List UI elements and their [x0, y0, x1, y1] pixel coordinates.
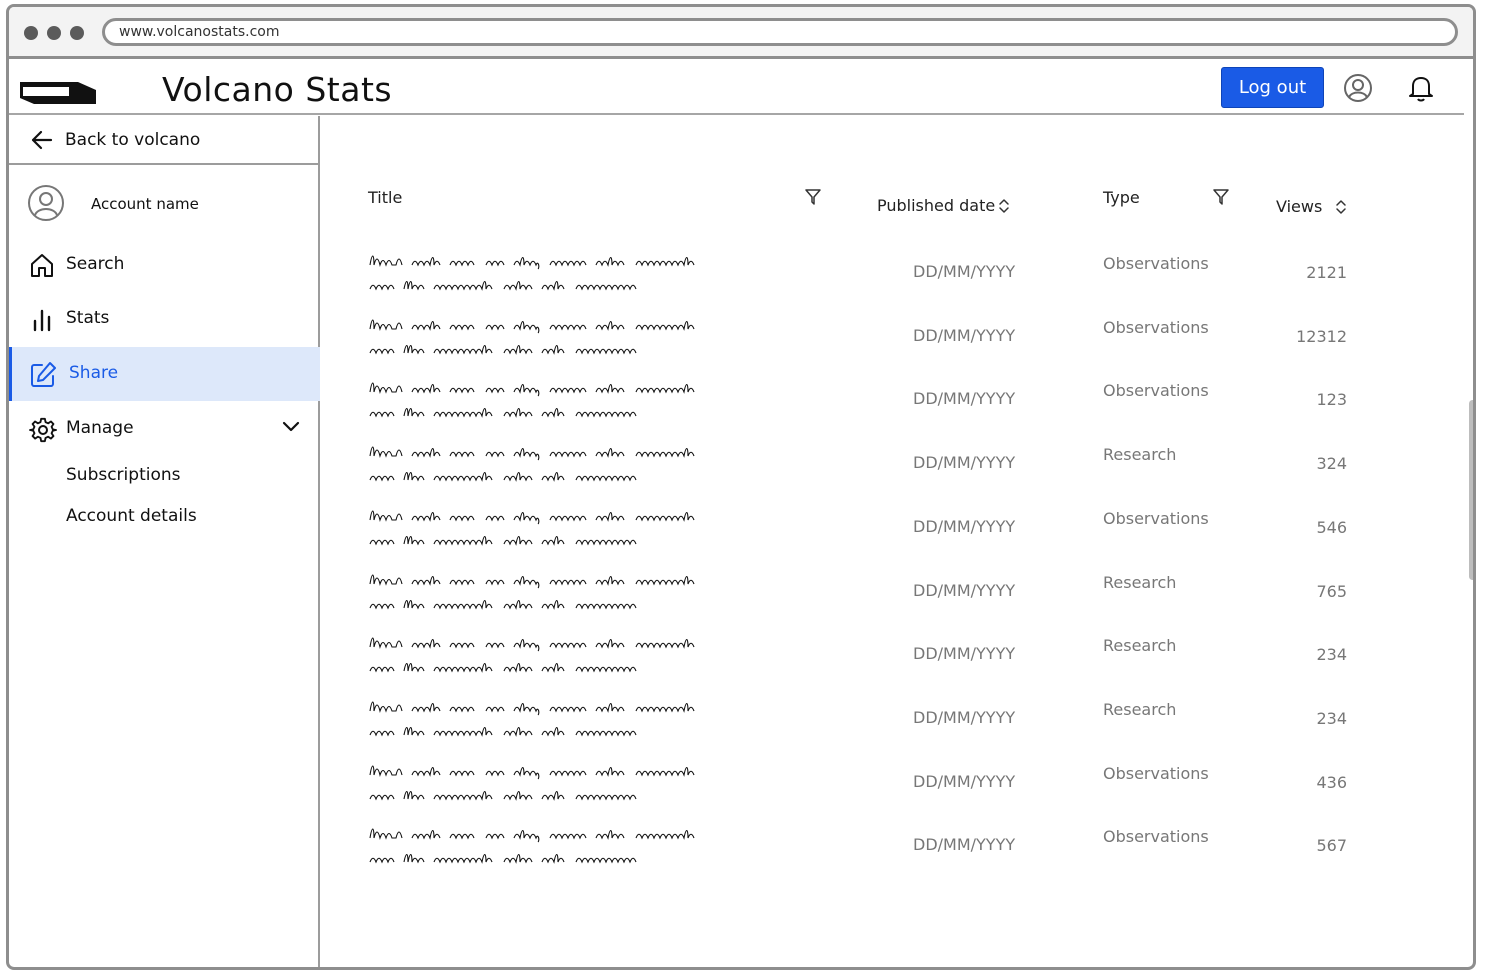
sidebar-item-label: Stats: [66, 308, 110, 328]
published-date: DD/MM/YYYY: [913, 516, 1016, 536]
type-cell: Observations: [1103, 381, 1209, 401]
views-cell: 436: [1316, 772, 1347, 792]
avatar-icon: [28, 185, 64, 221]
sidebar-item-label: Manage: [66, 418, 134, 438]
title-scribble: [369, 255, 695, 291]
sidebar-item-label: Share: [69, 363, 119, 383]
published-date: DD/MM/YYYY: [913, 771, 1016, 791]
column-header-title: Title: [368, 188, 403, 207]
table-row[interactable]: DD/MM/YYYY Observations 567: [322, 822, 1464, 885]
home-icon: [31, 254, 53, 277]
chevron-down-icon[interactable]: [281, 420, 301, 434]
views-cell: 234: [1316, 645, 1347, 665]
account-info[interactable]: Account name: [9, 166, 320, 234]
window-dot-icon: [47, 26, 61, 40]
title-scribble: [369, 446, 695, 483]
edit-icon: [31, 362, 56, 387]
title-scribble: [369, 701, 695, 737]
published-date: DD/MM/YYYY: [913, 644, 1016, 664]
title-scribble: [369, 319, 695, 355]
url-bar[interactable]: www.volcanostats.com: [102, 18, 1458, 46]
table-row[interactable]: DD/MM/YYYY Research 234: [322, 631, 1464, 694]
published-date: DD/MM/YYYY: [913, 389, 1016, 409]
bell-icon[interactable]: [1406, 73, 1436, 103]
published-date: DD/MM/YYYY: [913, 707, 1016, 727]
published-date: DD/MM/YYYY: [913, 453, 1016, 473]
sidebar-subitem-account-details[interactable]: Account details: [66, 506, 197, 526]
views-cell: 324: [1316, 454, 1347, 474]
sidebar-item-share[interactable]: Share: [9, 347, 320, 401]
title-scribble: [369, 510, 695, 546]
views-cell: 2121: [1306, 263, 1347, 282]
sort-icon[interactable]: [1335, 199, 1347, 215]
published-date: DD/MM/YYYY: [913, 835, 1016, 855]
column-header-type: Type: [1103, 188, 1140, 207]
views-cell: 765: [1316, 581, 1347, 601]
type-cell: Observations: [1103, 317, 1209, 337]
type-cell: Observations: [1103, 508, 1209, 528]
views-cell: 12312: [1296, 326, 1347, 346]
filter-icon[interactable]: [804, 188, 822, 206]
window-dot-icon: [70, 26, 84, 40]
arrow-left-icon: [31, 130, 53, 150]
scrollbar-thumb[interactable]: [1469, 400, 1473, 580]
logout-button[interactable]: Log out: [1221, 67, 1324, 108]
window-dot-icon: [24, 26, 38, 40]
sidebar: Back to volcano Account name Search Stat…: [9, 116, 320, 967]
column-header-date[interactable]: Published date: [877, 196, 995, 215]
table-row[interactable]: DD/MM/YYYY Observations 436: [322, 759, 1464, 822]
views-cell: 546: [1316, 517, 1347, 537]
type-cell: Observations: [1103, 827, 1209, 847]
table-row[interactable]: DD/MM/YYYY Research 765: [322, 568, 1464, 631]
table-row[interactable]: DD/MM/YYYY Research 324: [322, 440, 1464, 503]
filter-icon[interactable]: [1212, 188, 1230, 206]
sidebar-item-manage[interactable]: Manage: [9, 402, 320, 456]
sidebar-item-label: Search: [66, 254, 125, 274]
sort-icon[interactable]: [998, 198, 1010, 214]
title-scribble: [369, 573, 695, 610]
sidebar-subitem-subscriptions[interactable]: Subscriptions: [66, 465, 180, 485]
back-link[interactable]: Back to volcano: [9, 116, 320, 165]
sidebar-item-stats[interactable]: Stats: [9, 292, 320, 346]
gear-icon: [29, 417, 57, 443]
user-icon[interactable]: [1343, 73, 1373, 103]
table-row[interactable]: DD/MM/YYYY Observations 123: [322, 376, 1464, 439]
back-label: Back to volcano: [65, 130, 201, 150]
type-cell: Research: [1103, 572, 1177, 592]
title-scribble: [369, 382, 695, 419]
published-date: DD/MM/YYYY: [913, 262, 1016, 281]
views-cell: 234: [1316, 708, 1347, 728]
account-name: Account name: [91, 195, 199, 213]
type-cell: Research: [1103, 445, 1177, 465]
type-cell: Observations: [1103, 763, 1209, 783]
title-scribble: [369, 765, 695, 801]
scrollbar[interactable]: [1466, 116, 1473, 967]
table-row[interactable]: DD/MM/YYYY Observations 12312: [322, 313, 1464, 376]
title-scribble: [369, 828, 695, 865]
table-row[interactable]: DD/MM/YYYY Research 234: [322, 695, 1464, 758]
table-row[interactable]: DD/MM/YYYY Observations 546: [322, 504, 1464, 567]
title-scribble: [369, 637, 695, 674]
sidebar-item-search[interactable]: Search: [9, 238, 320, 292]
app-header: Volcano Stats Log out: [9, 62, 1464, 115]
browser-window: www.volcanostats.com Volcano Stats Log o…: [6, 4, 1476, 970]
bar-chart-icon: [33, 309, 51, 332]
column-header-views[interactable]: Views: [1276, 197, 1322, 216]
type-cell: Research: [1103, 636, 1177, 656]
type-cell: Observations: [1103, 254, 1209, 273]
views-cell: 567: [1316, 836, 1347, 856]
main-content: Title Published date Type Views DD/MM/YY…: [322, 116, 1464, 967]
type-cell: Research: [1103, 699, 1177, 719]
app-title: Volcano Stats: [162, 70, 393, 109]
views-cell: 123: [1316, 390, 1347, 410]
logo-icon: [20, 82, 96, 104]
published-date: DD/MM/YYYY: [913, 580, 1016, 600]
table-row[interactable]: DD/MM/YYYY Observations 2121: [322, 249, 1464, 312]
published-date: DD/MM/YYYY: [913, 325, 1016, 345]
browser-chrome: www.volcanostats.com: [9, 7, 1473, 59]
